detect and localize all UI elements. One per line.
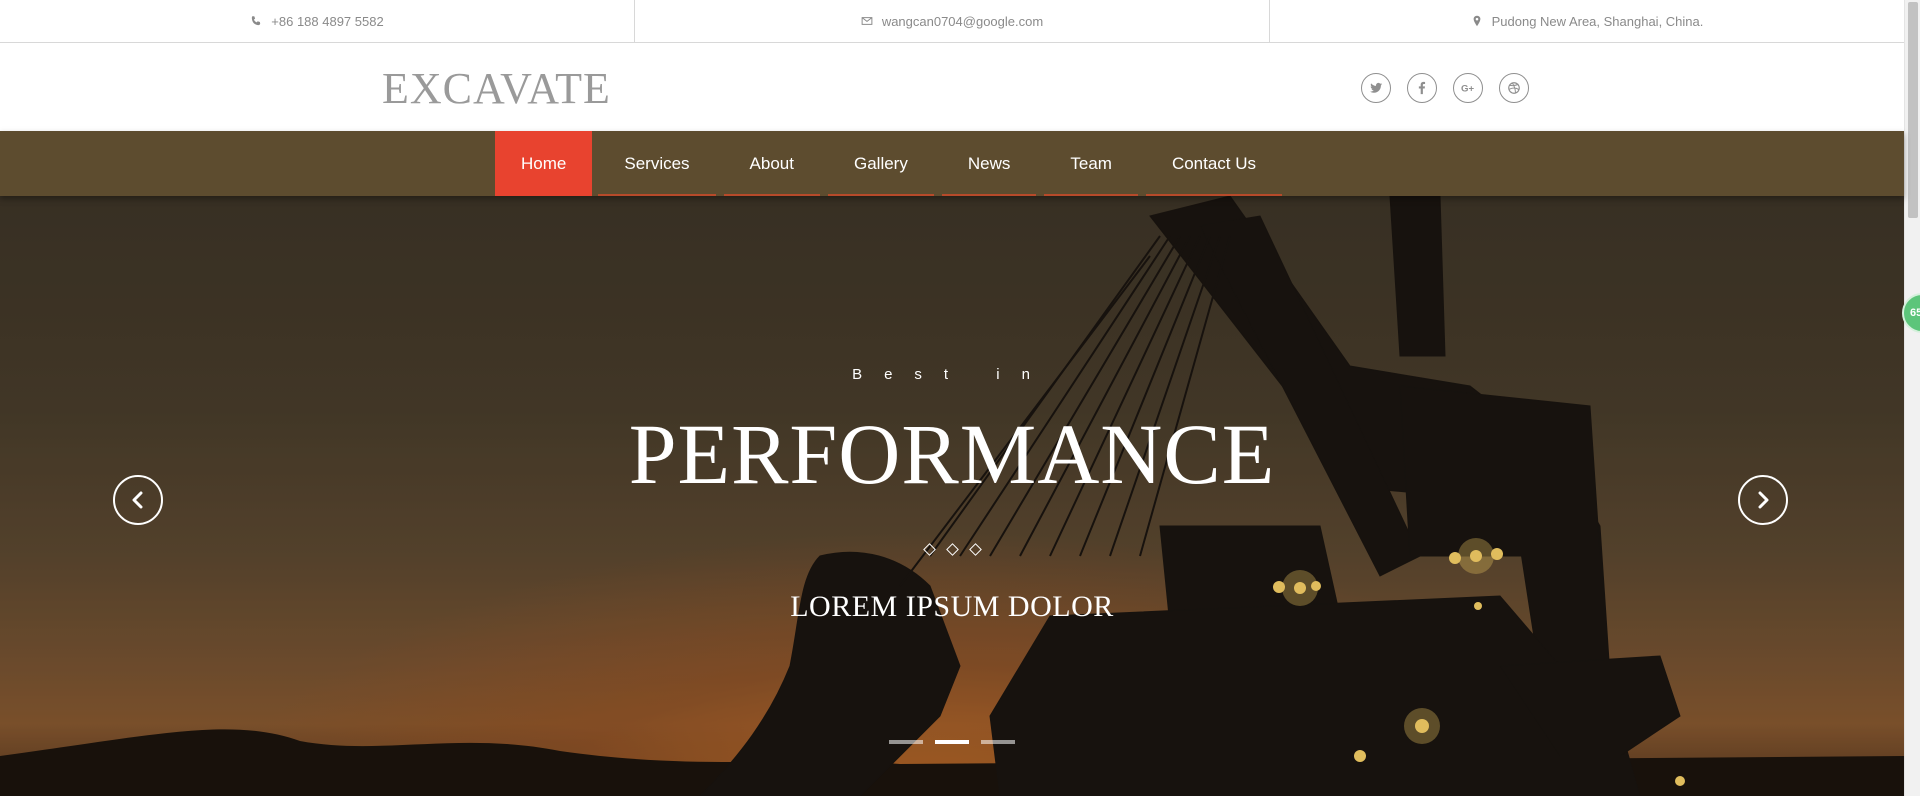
slide-indicator-2[interactable] xyxy=(935,740,969,744)
nav-item-services[interactable]: Services xyxy=(598,131,716,196)
facebook-link[interactable] xyxy=(1407,73,1437,103)
contact-phone: +86 188 4897 5582 xyxy=(0,0,634,42)
top-info-bar: +86 188 4897 5582 wangcan0704@google.com… xyxy=(0,0,1904,43)
page-scrollbar[interactable] xyxy=(1904,0,1920,796)
slide-divider xyxy=(0,543,1904,556)
slide-pretitle: Best in xyxy=(852,366,1052,383)
email-address[interactable]: wangcan0704@google.com xyxy=(882,14,1043,29)
contact-email: wangcan0704@google.com xyxy=(634,0,1269,42)
phone-icon xyxy=(252,16,261,26)
address-text: Pudong New Area, Shanghai, China. xyxy=(1491,13,1704,29)
twitter-icon xyxy=(1370,82,1383,93)
slide-title: PERFORMANCE xyxy=(628,406,1276,502)
diamond-ornament-icon xyxy=(922,543,936,556)
social-links: G+ xyxy=(1361,73,1529,103)
contact-address: Pudong New Area, Shanghai, China. xyxy=(1269,0,1904,42)
nav-item-team[interactable]: Team xyxy=(1044,131,1138,196)
nav-item-home[interactable]: Home xyxy=(495,131,593,196)
nav-item-gallery[interactable]: Gallery xyxy=(827,131,934,196)
twitter-link[interactable] xyxy=(1361,73,1391,103)
nav-item-news[interactable]: News xyxy=(941,131,1037,196)
dribbble-link[interactable] xyxy=(1499,73,1529,103)
nav-item-about[interactable]: About xyxy=(723,131,821,196)
scrollbar-thumb[interactable] xyxy=(1908,2,1918,218)
nav-menu: Home Services About Gallery News Team Co… xyxy=(495,131,1290,196)
envelope-icon xyxy=(861,17,873,25)
slide-indicator-3[interactable] xyxy=(981,740,1015,744)
google-plus-icon: G+ xyxy=(1461,84,1474,95)
google-plus-link[interactable]: G+ xyxy=(1453,73,1483,103)
diamond-ornament-icon xyxy=(968,543,982,556)
hero-slider: Best in PERFORMANCE LOREM IPSUM DOLOR xyxy=(0,196,1904,796)
dribbble-icon xyxy=(1508,82,1520,94)
nav-item-contact-us[interactable]: Contact Us xyxy=(1145,131,1283,196)
slider-indicators xyxy=(0,740,1904,744)
map-marker-icon xyxy=(1473,15,1480,27)
slide-subtitle: LOREM IPSUM DOLOR xyxy=(790,590,1114,623)
diamond-ornament-icon xyxy=(945,543,959,556)
site-header: EXCAVATE G+ xyxy=(0,43,1904,131)
facebook-icon xyxy=(1418,81,1426,95)
slide-indicator-1[interactable] xyxy=(889,740,923,744)
phone-number[interactable]: +86 188 4897 5582 xyxy=(271,14,383,29)
svg-text:G+: G+ xyxy=(1461,84,1474,95)
site-logo[interactable]: EXCAVATE xyxy=(382,63,611,114)
main-nav: Home Services About Gallery News Team Co… xyxy=(0,131,1904,196)
